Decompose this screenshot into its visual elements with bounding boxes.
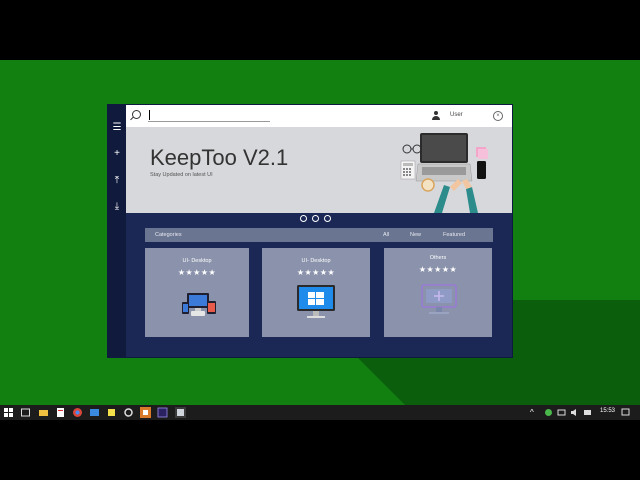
window-app-icon[interactable] [175,407,186,418]
categories-label[interactable]: Categories [155,232,182,238]
devices-icon [182,293,216,316]
star-rating: ★★★★★ [296,268,336,277]
tray-app-icon[interactable] [543,407,554,418]
carousel-dot-2[interactable] [312,215,319,222]
language-icon[interactable] [582,407,593,418]
task-view-icon[interactable] [20,407,31,418]
clock-time[interactable]: 15:53 [600,408,615,414]
close-icon[interactable]: × [493,111,503,121]
top-bar: User × [126,105,512,127]
user-label[interactable]: User [450,112,463,118]
hero-banner: KeepToo V2.1 Stay Updated on latest UI [126,127,512,213]
add-icon[interactable]: + [108,145,126,163]
category-filter-bar: Categories All New Featured [145,228,493,242]
photos-app-icon[interactable] [89,407,100,418]
network-icon[interactable] [556,407,567,418]
star-rating: ★★★★★ [418,265,458,274]
chrome-icon[interactable] [72,407,83,418]
filter-all[interactable]: All [383,232,389,238]
download-icon[interactable]: ⤓ [108,198,126,216]
card-title: UI- Desktop [182,258,212,264]
user-icon[interactable] [431,111,441,121]
notification-icon[interactable] [620,407,631,418]
file-explorer-icon[interactable] [38,407,49,418]
carousel-dot-3[interactable] [324,215,331,222]
windows-taskbar: ^ 15:53 [0,405,640,420]
keeptoo-app-icon[interactable] [140,407,151,418]
card-title: Others [429,255,447,261]
category-card-ui-desktop-2[interactable]: UI- Desktop ★★★★★ [262,248,370,337]
notes-app-icon[interactable] [106,407,117,418]
premiere-app-icon[interactable] [157,407,168,418]
search-icon[interactable] [132,110,141,119]
category-card-ui-desktop-1[interactable]: UI- Desktop ★★★★★ [145,248,249,337]
filter-featured[interactable]: Featured [443,232,465,238]
windows-monitor-icon [297,285,335,318]
app-window: ☰ + ⤒ ⤓ User × KeepToo V2.1 Stay Updated… [108,105,512,357]
document-app-icon[interactable] [55,407,66,418]
upload-icon[interactable]: ⤒ [108,172,126,190]
card-title: UI- Desktop [301,258,331,264]
settings-app-icon[interactable] [123,407,134,418]
filter-new[interactable]: New [410,232,421,238]
start-windows-icon[interactable] [3,407,14,418]
hamburger-menu-icon[interactable]: ☰ [108,119,126,137]
hero-subtitle: Stay Updated on latest UI [150,172,213,178]
hero-title: KeepToo V2.1 [150,145,289,170]
search-input[interactable] [148,109,270,122]
text-caret [149,110,150,120]
tray-chevron-icon[interactable]: ^ [530,407,541,418]
star-rating: ★★★★★ [177,268,217,277]
laptop-desk-illustration [400,133,488,213]
carousel-dot-1[interactable] [300,215,307,222]
nav-rail: ☰ + ⤒ ⤓ [108,105,126,357]
category-card-others[interactable]: Others ★★★★★ [384,248,492,337]
volume-icon[interactable] [569,407,580,418]
monitor-add-icon [421,284,457,314]
